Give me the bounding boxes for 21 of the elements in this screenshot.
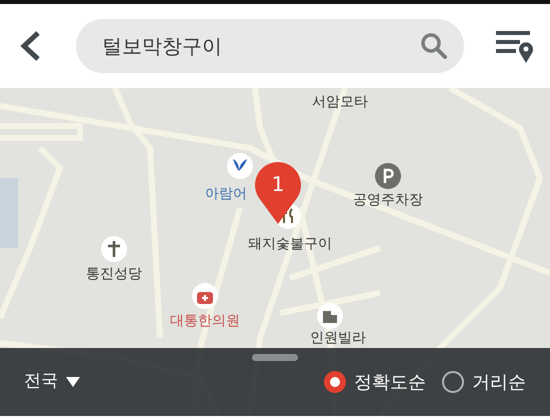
place-label[interactable]: 인원빌라 xyxy=(310,328,366,349)
search-field[interactable]: 털보막창구이 xyxy=(76,19,464,73)
radio-button[interactable] xyxy=(442,371,464,393)
radio-button[interactable] xyxy=(324,371,346,393)
place-label[interactable]: 돼지숯불구이 xyxy=(248,234,332,255)
sort-option[interactable]: 정확도순 xyxy=(324,368,426,396)
place-label[interactable]: 아람어 xyxy=(205,184,247,205)
drag-handle[interactable] xyxy=(252,354,298,361)
place-label[interactable]: 공영주차장 xyxy=(353,190,423,211)
region-dropdown[interactable]: 전국 xyxy=(24,369,80,395)
parking-icon xyxy=(375,163,401,189)
location-pin[interactable]: 1 xyxy=(253,160,303,226)
place-label[interactable]: 서암모타 xyxy=(312,92,368,113)
sort-option[interactable]: 거리순 xyxy=(442,368,526,396)
map-view[interactable]: 서암모타 아람어 돼지숯불구이 공영주차장 통진성당 대통한의원 인원빌라 1 전국 정확도순 거리순 xyxy=(0,88,550,416)
place-label[interactable]: 통진성당 xyxy=(86,264,142,285)
search-icon xyxy=(420,32,448,60)
map-list-button[interactable] xyxy=(496,29,534,63)
caret-icon xyxy=(66,377,80,387)
list-pin-icon xyxy=(496,29,534,63)
place-label[interactable]: 대통한의원 xyxy=(170,311,240,332)
